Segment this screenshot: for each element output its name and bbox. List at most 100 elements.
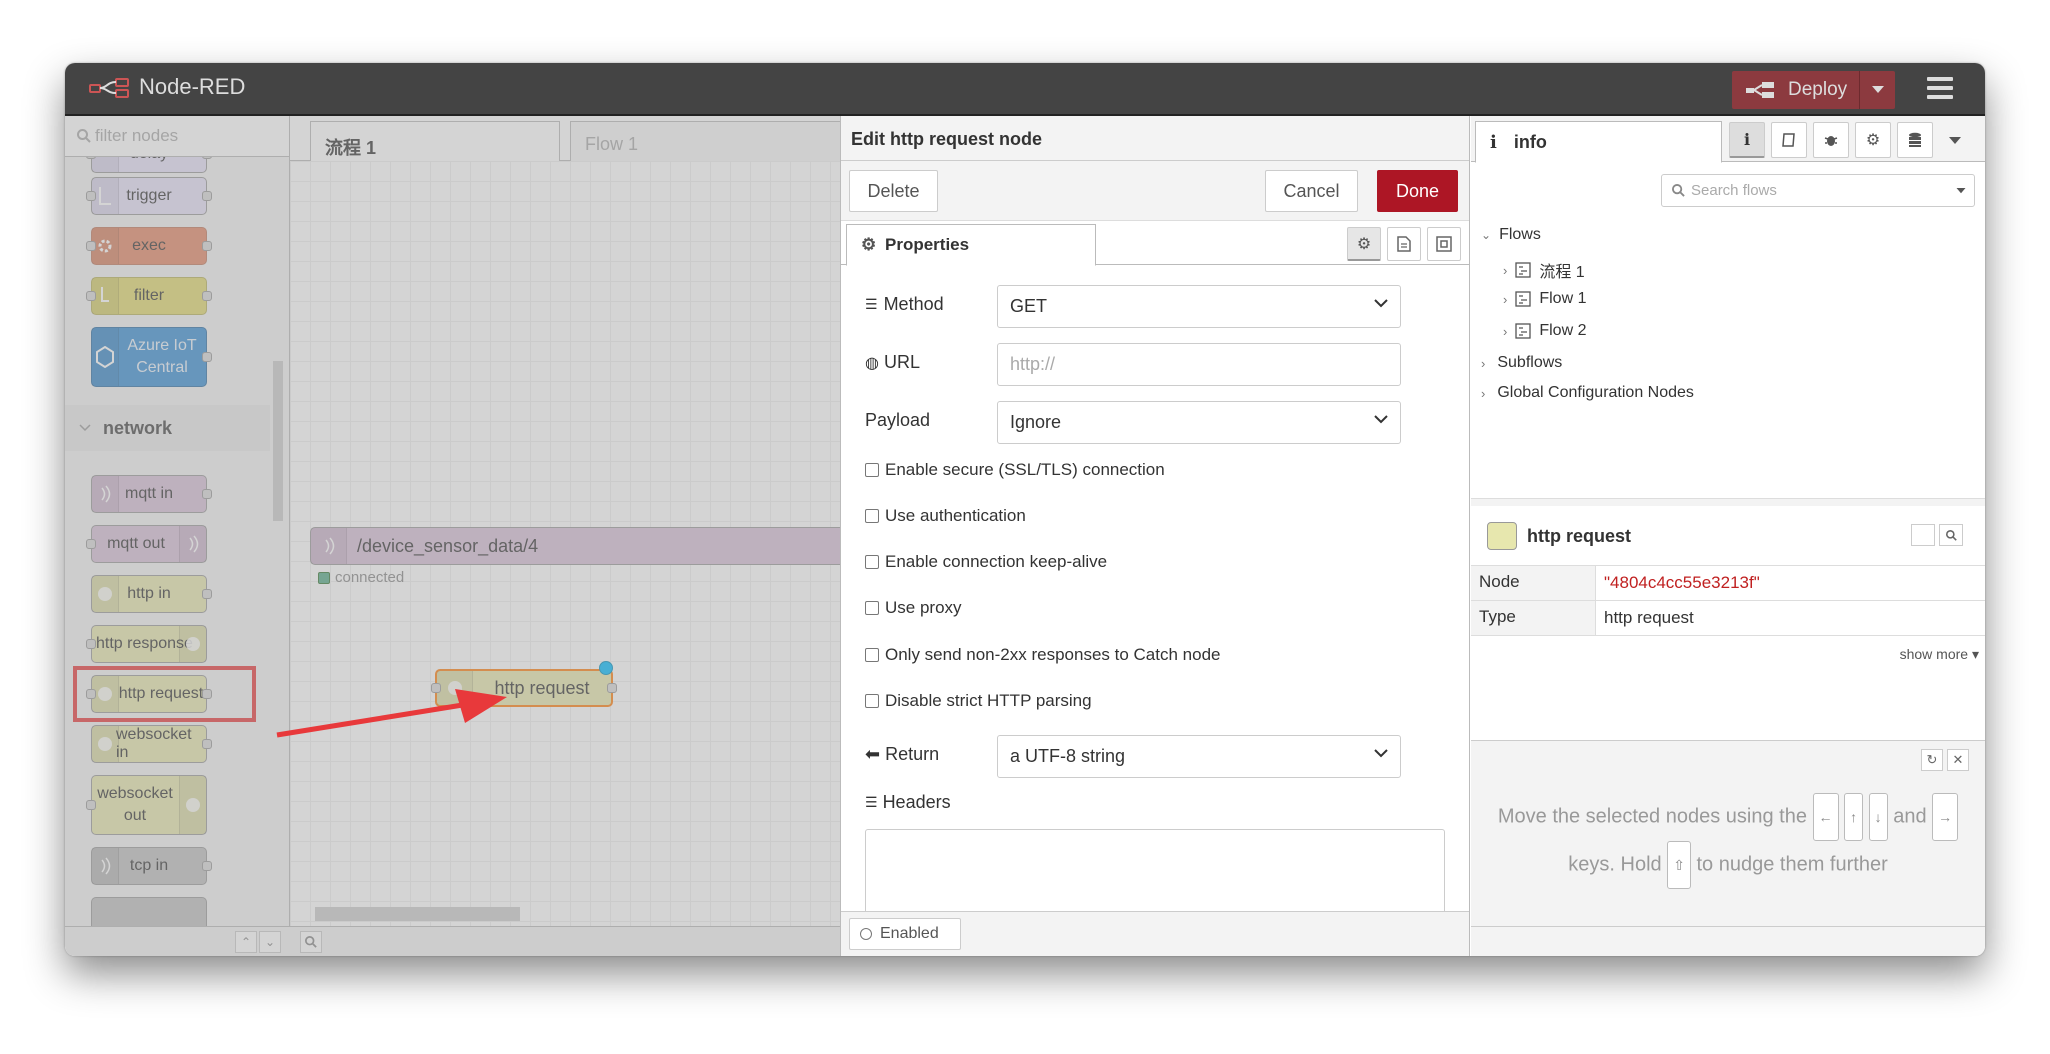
node-id-row: Node "4804c4cc55e3213f" (1471, 566, 1985, 601)
method-row: ☰ Method (865, 294, 944, 315)
palette-filter-input[interactable]: filter nodes (65, 116, 289, 157)
main-menu-icon[interactable] (1927, 77, 1953, 103)
context-tab-button[interactable] (1897, 122, 1933, 158)
search-icon[interactable] (1939, 524, 1963, 546)
expand-all-icon[interactable]: ⌄ (259, 931, 281, 953)
url-input[interactable]: http:// (997, 343, 1401, 386)
book-icon[interactable] (1911, 524, 1935, 546)
chevron-down-icon (1374, 299, 1388, 308)
tree-flow-item[interactable]: › Flow 1 (1503, 290, 1586, 308)
strict-parsing-checkbox[interactable]: Disable strict HTTP parsing (865, 691, 1092, 711)
palette-node-http-in[interactable]: http in (91, 575, 212, 613)
logo: Node-RED (89, 74, 245, 100)
checkbox-label: Use authentication (885, 506, 1026, 525)
help-tab-button[interactable] (1771, 122, 1807, 158)
palette-node-delay[interactable]: delay (86, 157, 212, 173)
tip-text-3: keys. Hold (1568, 853, 1662, 876)
palette-node-mqtt-out[interactable]: mqtt out (86, 525, 207, 563)
info-tab-button[interactable]: i (1729, 122, 1765, 158)
key-right: → (1932, 793, 1959, 841)
tree-flow-item[interactable]: › 流程 1 (1503, 258, 1585, 282)
show-more-link[interactable]: show more ▾ (1900, 646, 1979, 663)
tab-properties[interactable]: ⚙ Properties (846, 224, 1096, 266)
tab-flow-1[interactable]: Flow 1 (570, 121, 870, 162)
tree-flows[interactable]: ⌄ Flows (1481, 226, 1541, 244)
tips-panel: ↻ ✕ Move the selected nodes using the ← … (1471, 740, 1985, 926)
palette-node-list: delay trigger exec filter Azure IoT Cent (65, 157, 290, 927)
delete-button[interactable]: Delete (849, 170, 938, 212)
tip-text-2: and (1893, 805, 1927, 828)
palette-node-label: trigger (126, 187, 172, 204)
palette-scrollbar[interactable] (271, 166, 285, 926)
tray-title: Edit http request node (841, 116, 1469, 161)
enabled-toggle[interactable]: Enabled (849, 918, 961, 950)
palette-node-trigger[interactable]: trigger (86, 177, 212, 215)
cancel-button[interactable]: Cancel (1265, 170, 1358, 212)
tab-appearance-button[interactable] (1427, 227, 1461, 261)
ssl-checkbox[interactable]: Enable secure (SSL/TLS) connection (865, 460, 1165, 480)
config-tab-button[interactable]: ⚙ (1855, 122, 1891, 158)
tree-flow-item[interactable]: › Flow 2 (1503, 322, 1586, 340)
palette-node-label: http in (127, 585, 171, 602)
sidebar-splitter[interactable] (1471, 498, 1985, 506)
chevron-right-icon: › (1503, 262, 1508, 278)
debug-tab-button[interactable] (1813, 122, 1849, 158)
gear-icon: ⚙ (861, 235, 877, 254)
palette-node-mqtt-in[interactable]: mqtt in (91, 475, 212, 513)
palette-node-filter[interactable]: filter (86, 277, 212, 315)
keepalive-checkbox[interactable]: Enable connection keep-alive (865, 552, 1107, 572)
gear-icon: ⚙ (1865, 132, 1881, 149)
node-red-logo-icon (89, 78, 129, 98)
payload-value: Ignore (1010, 412, 1062, 432)
node-id-value[interactable]: "4804c4cc55e3213f" (1596, 573, 1760, 593)
tree-global-config[interactable]: › Global Configuration Nodes (1481, 384, 1694, 402)
palette-node-websocket-in[interactable]: websocket in (91, 725, 212, 763)
info-icon: i (1743, 130, 1751, 149)
flow-icon (1515, 262, 1531, 278)
palette-category-network[interactable]: network (65, 405, 270, 451)
palette-node-label: tcp in (129, 857, 169, 874)
palette-node-label: websocket out (97, 784, 173, 824)
non2xx-checkbox[interactable]: Only send non-2xx responses to Catch nod… (865, 645, 1220, 665)
scrollbar-h[interactable] (315, 907, 520, 921)
workspace-tabs: 流程 1 Flow 1 (290, 116, 890, 162)
edit-tray: Edit http request node Delete Cancel Don… (840, 116, 1470, 956)
done-button[interactable]: Done (1377, 170, 1458, 212)
deploy-dropdown-icon[interactable] (1859, 71, 1895, 109)
payload-label: Payload (865, 410, 931, 430)
palette-node-websocket-out[interactable]: websocket out (86, 775, 207, 835)
deploy-icon (1746, 82, 1774, 98)
workspace: 流程 1 Flow 1 /device_sensor_data/4 0 conn… (290, 116, 890, 956)
payload-select[interactable]: Ignore (997, 401, 1401, 444)
tab-description-button[interactable] (1387, 227, 1421, 261)
palette-node-azure-iot-central[interactable]: Azure IoT Central (91, 327, 212, 387)
auth-checkbox[interactable]: Use authentication (865, 506, 1026, 526)
collapse-all-icon[interactable]: ⌃ (235, 931, 257, 953)
zoom-search-icon[interactable] (300, 931, 322, 953)
chevron-down-icon[interactable] (1956, 187, 1966, 194)
list-icon: ☰ (865, 296, 878, 312)
search-flows-input[interactable]: Search flows (1661, 174, 1975, 207)
palette-node-http-response[interactable]: http response (86, 625, 207, 663)
tab-flow-1-cn[interactable]: 流程 1 (310, 121, 560, 162)
return-select[interactable]: a UTF-8 string (997, 735, 1401, 778)
proxy-checkbox[interactable]: Use proxy (865, 598, 962, 618)
tab-info[interactable]: i info (1475, 121, 1722, 163)
wireless-icon (311, 528, 347, 564)
close-icon[interactable]: ✕ (1947, 749, 1969, 771)
sidebar-menu-chevron-icon[interactable] (1949, 132, 1961, 150)
palette-node-exec[interactable]: exec (86, 227, 212, 265)
node-type-value: http request (1604, 608, 1694, 627)
flow-canvas[interactable]: /device_sensor_data/4 0 connected http r… (290, 161, 890, 926)
chevron-down-icon: ⌄ (1481, 228, 1492, 242)
tree-subflows[interactable]: › Subflows (1481, 354, 1562, 372)
refresh-icon[interactable]: ↻ (1921, 749, 1943, 771)
node-type-row: Type http request (1471, 601, 1985, 636)
palette-node-label: exec (132, 237, 166, 254)
deploy-button[interactable]: Deploy (1732, 71, 1895, 109)
method-select[interactable]: GET (997, 285, 1401, 328)
palette-node-tcp-in[interactable]: tcp in (91, 847, 212, 885)
flow-icon (1515, 323, 1531, 339)
workspace-node-mqtt[interactable]: /device_sensor_data/4 0 (310, 527, 890, 565)
tab-node-settings-button[interactable]: ⚙ (1347, 227, 1381, 261)
